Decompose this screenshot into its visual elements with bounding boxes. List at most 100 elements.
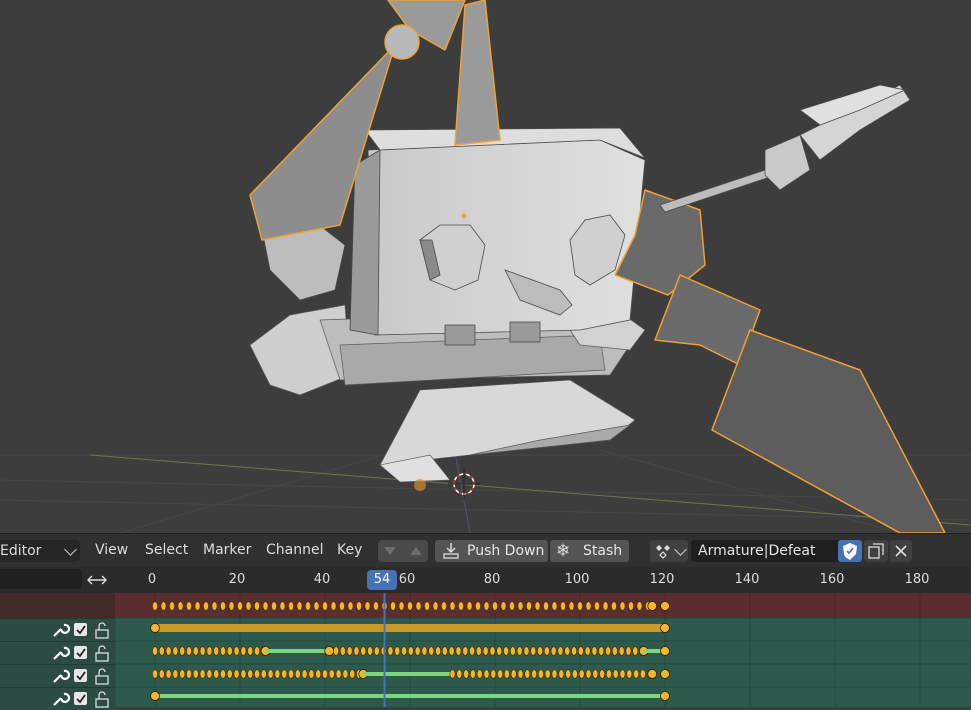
keyframe-marker bbox=[150, 623, 160, 633]
keyframe-marker bbox=[584, 646, 591, 656]
action-browse-dropdown[interactable] bbox=[650, 540, 688, 562]
keyframe-area[interactable] bbox=[115, 593, 971, 707]
keyframe-marker bbox=[165, 646, 172, 656]
keyframe-marker bbox=[226, 646, 233, 656]
keyframe-marker bbox=[482, 646, 489, 656]
keyframe-marker bbox=[160, 601, 167, 611]
keyframe-marker bbox=[179, 669, 186, 679]
channel-row[interactable] bbox=[0, 618, 115, 641]
keyframe-marker bbox=[328, 669, 335, 679]
keyframe-marker bbox=[199, 646, 206, 656]
keyframe-marker bbox=[247, 646, 254, 656]
menu-channel[interactable]: Channel bbox=[266, 534, 323, 567]
keyframe-marker bbox=[558, 669, 565, 679]
keyframe-marker bbox=[544, 669, 551, 679]
keyframe-marker bbox=[618, 646, 625, 656]
menu-select[interactable]: Select bbox=[145, 534, 188, 567]
keyframe-marker bbox=[500, 601, 507, 611]
keyframe-marker bbox=[305, 601, 311, 611]
checkbox-checked-icon bbox=[74, 692, 87, 705]
keyframe-marker bbox=[537, 646, 543, 656]
keyframe-marker bbox=[394, 646, 401, 656]
keyframe-marker bbox=[660, 691, 670, 701]
keyframe-marker bbox=[526, 601, 532, 611]
copy-icon bbox=[868, 543, 884, 559]
menu-view[interactable]: View bbox=[95, 534, 128, 567]
keyframe-marker bbox=[150, 691, 160, 701]
keyframe-canvas[interactable] bbox=[115, 593, 971, 707]
3d-viewport[interactable] bbox=[0, 0, 971, 533]
keyframe-marker bbox=[565, 669, 571, 679]
channel-search-input[interactable] bbox=[0, 569, 82, 589]
unlink-action-button[interactable] bbox=[890, 540, 912, 562]
keyframe-marker bbox=[577, 646, 584, 656]
keyframe-marker bbox=[313, 601, 320, 611]
keyframe-marker bbox=[390, 601, 396, 611]
keyframe-marker bbox=[578, 669, 585, 679]
time-ruler[interactable]: 0 20 40 60 80 100 120 140 160 180 54 bbox=[0, 567, 971, 593]
keyframe-marker bbox=[158, 646, 165, 656]
keyframe-marker bbox=[475, 646, 482, 656]
keyframe-marker bbox=[322, 669, 328, 679]
keyframe-marker bbox=[294, 669, 301, 679]
hold-bar bbox=[363, 672, 453, 676]
action-name-field[interactable]: Armature|Defeat bbox=[691, 540, 841, 562]
keyframe-marker bbox=[550, 646, 557, 656]
keyframe-marker bbox=[254, 601, 260, 611]
menu-key[interactable]: Key bbox=[337, 534, 362, 567]
keyframe-marker bbox=[612, 669, 619, 679]
keyframe-marker bbox=[517, 669, 524, 679]
keyframe-marker bbox=[592, 669, 599, 679]
keyframe-marker bbox=[415, 601, 422, 611]
keyframe-marker bbox=[636, 601, 643, 611]
keyframe-marker bbox=[356, 601, 362, 611]
channel-row[interactable] bbox=[0, 664, 115, 687]
fake-user-button[interactable] bbox=[838, 540, 862, 562]
channel-summary[interactable] bbox=[0, 593, 115, 618]
menu-marker[interactable]: Marker bbox=[203, 534, 251, 567]
keyframe-marker bbox=[240, 669, 247, 679]
keyframe-marker bbox=[497, 669, 503, 679]
triangle-down-icon bbox=[384, 547, 396, 555]
keyframe-marker bbox=[456, 669, 463, 679]
keyframe-marker bbox=[455, 646, 462, 656]
keyframe-marker bbox=[531, 669, 537, 679]
keyframe-marker bbox=[349, 669, 356, 679]
new-action-button[interactable] bbox=[864, 540, 888, 562]
push-down-button[interactable]: Push Down bbox=[435, 540, 548, 562]
keyframe-marker bbox=[605, 646, 611, 656]
keyframe-marker bbox=[633, 669, 639, 679]
action-editor-header: Editor View Select Marker Channel Key Pu… bbox=[0, 533, 971, 567]
triangle-up-icon bbox=[410, 547, 422, 555]
keyframe-marker bbox=[469, 669, 476, 679]
keyframe-marker bbox=[347, 601, 354, 611]
editor-mode-dropdown[interactable]: Editor bbox=[0, 540, 80, 562]
keyframe-marker bbox=[551, 669, 558, 679]
keyframe-marker bbox=[660, 623, 670, 633]
stash-button[interactable]: ❄ Stash bbox=[550, 540, 629, 562]
keyframe-marker bbox=[245, 601, 252, 611]
keyframe-marker bbox=[194, 601, 201, 611]
checkbox-checked-icon bbox=[74, 646, 87, 659]
snowflake-icon: ❄ bbox=[556, 541, 571, 561]
keyframe-marker bbox=[517, 601, 524, 611]
robot-arm bbox=[659, 84, 911, 213]
keyframe-marker bbox=[510, 669, 517, 679]
layer-nav-group bbox=[378, 540, 428, 562]
keyframe-marker bbox=[398, 601, 405, 611]
keyframe-marker bbox=[152, 669, 158, 679]
keyframe-marker bbox=[483, 669, 490, 679]
keyframe-marker bbox=[330, 601, 337, 611]
keyframe-marker bbox=[458, 601, 464, 611]
arrow-left-right-icon[interactable] bbox=[85, 570, 109, 590]
keyframe-marker bbox=[435, 646, 441, 656]
keyframe-marker bbox=[407, 646, 414, 656]
keyframe-marker bbox=[448, 646, 455, 656]
keyframe-marker bbox=[564, 646, 571, 656]
current-frame-indicator[interactable]: 54 bbox=[367, 570, 397, 590]
checkbox-checked-icon bbox=[74, 669, 87, 682]
keyframe-marker bbox=[577, 601, 583, 611]
frame-tick-label: 80 bbox=[483, 572, 501, 587]
channel-row[interactable] bbox=[0, 641, 115, 664]
keyframe-marker bbox=[628, 601, 634, 611]
